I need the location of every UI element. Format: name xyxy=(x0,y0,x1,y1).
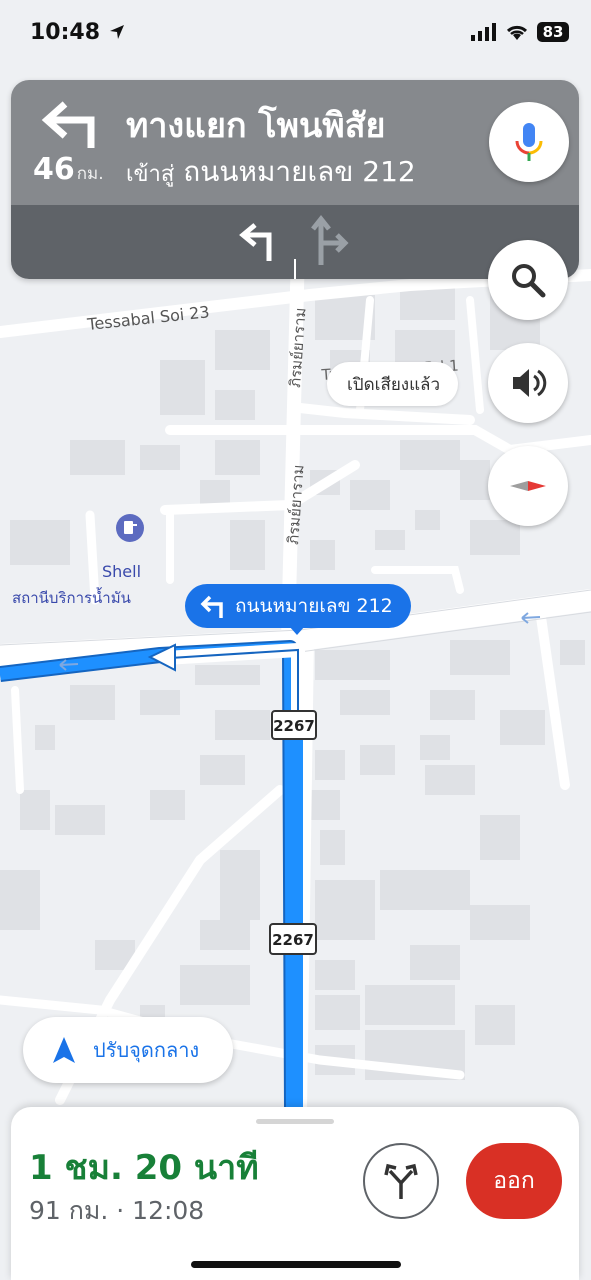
cellular-signal-icon xyxy=(471,23,496,41)
search-button[interactable] xyxy=(488,240,568,320)
svg-text:2267: 2267 xyxy=(273,717,315,735)
navigation-instruction-card[interactable]: 46 กม. ทางแยก โพนพิสัย เข้าสู่ ถนนหมายเลข… xyxy=(11,80,579,279)
sound-button[interactable] xyxy=(488,343,568,423)
status-time: 10:48 xyxy=(30,20,126,45)
trip-summary-sheet[interactable]: 1 ชม. 20 นาที 91 กม. · 12:08 ออก xyxy=(11,1107,579,1280)
svg-text:2267: 2267 xyxy=(272,931,314,949)
location-arrow-icon xyxy=(109,25,124,39)
maneuver-distance: 46 กม. xyxy=(33,152,104,187)
exit-navigation-button[interactable]: ออก xyxy=(466,1143,562,1219)
poi-name: สถานีบริการน้ำมัน xyxy=(12,587,131,607)
sheet-handle[interactable] xyxy=(256,1119,334,1124)
lane-straight-right-icon xyxy=(311,214,349,265)
trip-details: 91 กม. · 12:08 xyxy=(29,1196,205,1225)
status-bar: 10:48 83 xyxy=(0,0,591,70)
navigation-arrow-icon xyxy=(53,1037,75,1063)
road-shield-1: 2267 xyxy=(271,710,317,740)
maneuver-subtitle: เข้าสู่ ถนนหมายเลข 212 xyxy=(126,155,416,188)
voice-search-button[interactable] xyxy=(489,102,569,182)
battery-indicator: 83 xyxy=(537,22,569,42)
microphone-icon xyxy=(515,123,543,161)
recenter-button[interactable]: ปรับจุดกลาง xyxy=(23,1017,233,1083)
alternate-routes-button[interactable] xyxy=(363,1143,439,1219)
wifi-icon xyxy=(506,25,528,40)
sound-status-chip: เปิดเสียงแล้ว xyxy=(327,362,459,406)
turn-left-small-icon xyxy=(200,595,223,618)
maneuver-title: ทางแยก โพนพิสัย xyxy=(126,106,386,146)
lane-turn-left-icon xyxy=(239,223,272,261)
poi-brand: Shell xyxy=(102,562,141,581)
speaker-icon xyxy=(513,369,547,397)
home-indicator[interactable] xyxy=(191,1261,401,1268)
next-road-label: ถนนหมายเลข 212 xyxy=(185,584,411,628)
fork-route-icon xyxy=(384,1163,418,1199)
turn-left-icon xyxy=(41,101,95,148)
road-shield-2: 2267 xyxy=(269,923,317,955)
search-icon xyxy=(512,264,546,298)
compass-icon xyxy=(510,481,546,491)
compass-button[interactable] xyxy=(488,446,568,526)
trip-duration: 1 ชม. 20 นาที xyxy=(29,1148,259,1188)
